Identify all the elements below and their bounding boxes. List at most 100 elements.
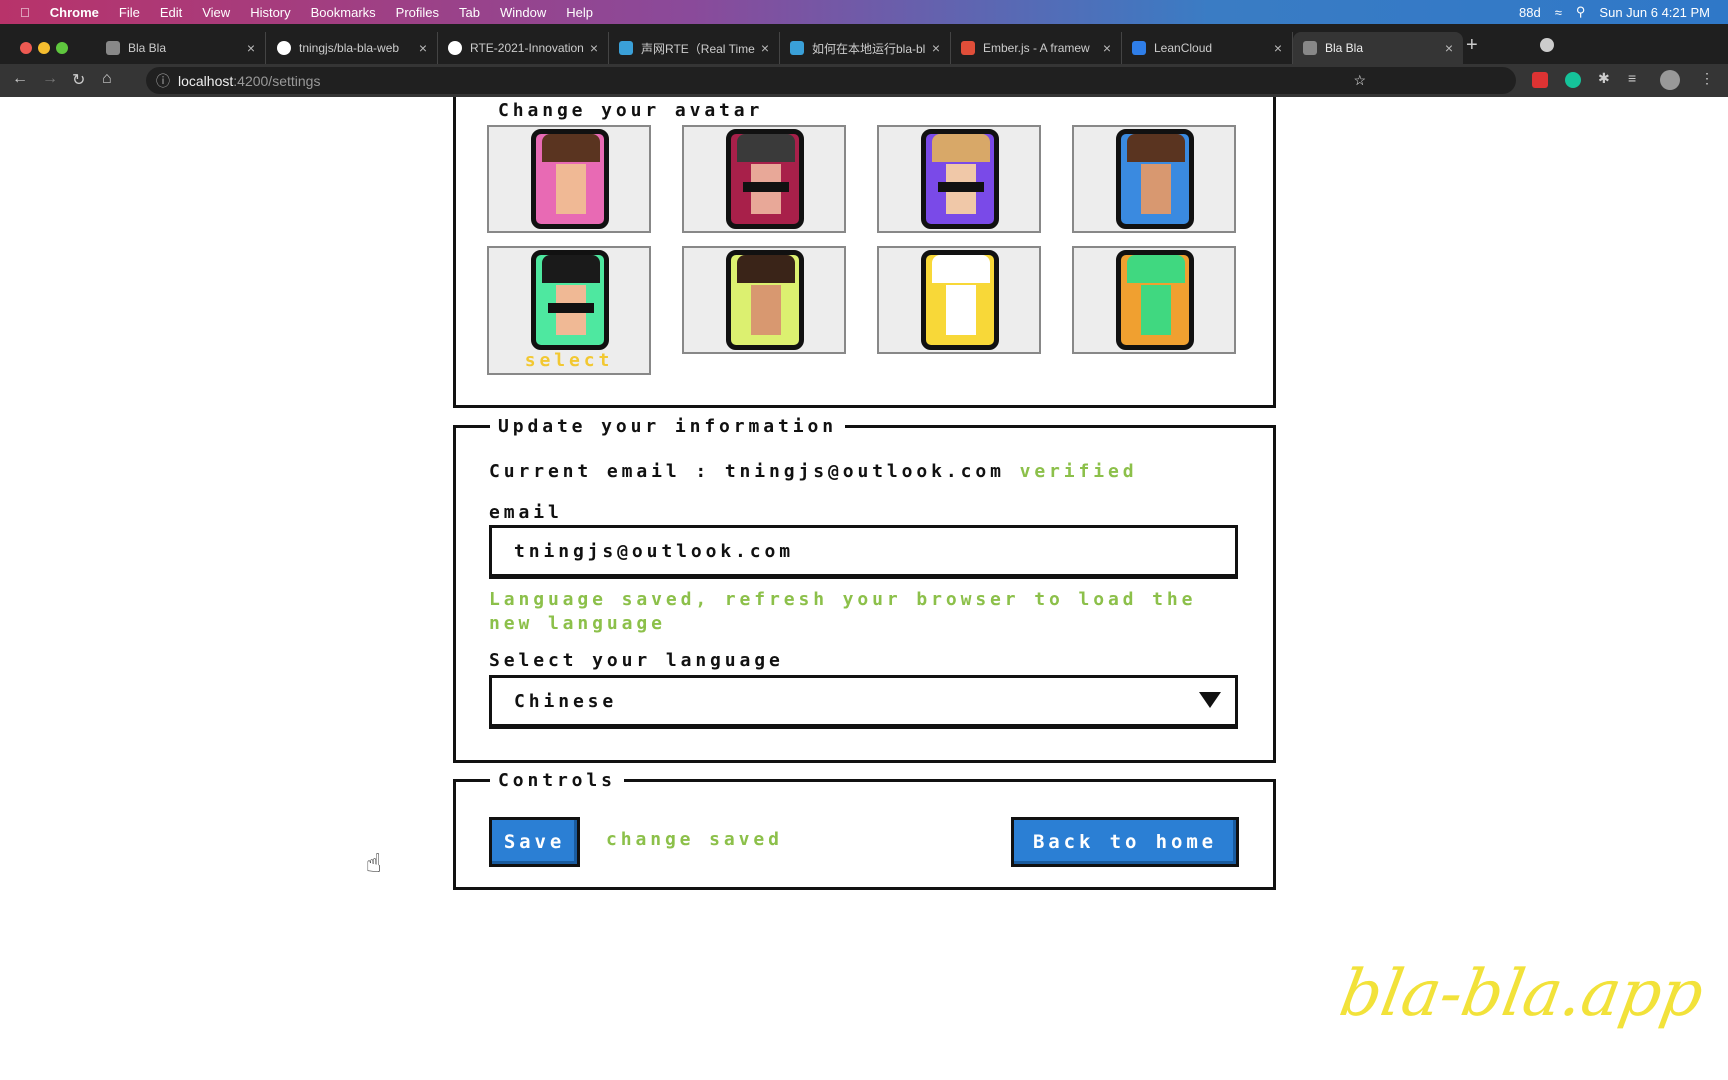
language-selected-value: Chinese — [514, 690, 618, 712]
current-email-value: tningjs@outlook.com — [724, 461, 1005, 482]
menu-view[interactable]: View — [202, 5, 230, 20]
clock[interactable]: Sun Jun 6 4:21 PM — [1599, 5, 1710, 20]
address-bar[interactable]: ⓘ localhost:4200/settings ☆ — [146, 67, 1516, 94]
tab-ember[interactable]: Ember.js - A framew × — [951, 32, 1122, 64]
github-icon — [448, 41, 462, 55]
language-select[interactable]: Chinese — [489, 675, 1238, 729]
avatar-option[interactable] — [1072, 246, 1236, 354]
tab-how-to-run[interactable]: 如何在本地运行bla-bl × — [780, 32, 951, 64]
menu-app[interactable]: Chrome — [50, 5, 99, 20]
close-window-button[interactable] — [20, 42, 32, 54]
bookmark-star-icon[interactable]: ☆ — [1353, 72, 1366, 89]
mac-menubar:  Chrome File Edit View History Bookmark… — [0, 0, 1728, 24]
tab-github-bla-bla-web[interactable]: tningjs/bla-bla-web × — [267, 32, 438, 64]
ember-extension-icon[interactable] — [1532, 72, 1548, 88]
close-tab-icon[interactable]: × — [247, 40, 255, 56]
save-status: change saved — [606, 829, 783, 850]
menu-file[interactable]: File — [119, 5, 140, 20]
back-to-home-button[interactable]: Back to home — [1011, 817, 1239, 867]
home-icon[interactable]: ⌂ — [102, 70, 112, 88]
close-tab-icon[interactable]: × — [590, 40, 598, 56]
tab-search-icon[interactable] — [1540, 38, 1554, 52]
favicon-icon — [1303, 41, 1317, 55]
tab-bar: Bla Bla × tningjs/bla-bla-web × RTE-2021-I… — [0, 24, 1728, 64]
back-icon[interactable]: ← — [12, 70, 28, 88]
menu-profiles[interactable]: Profiles — [396, 5, 439, 20]
wifi-icon[interactable]: ≈ — [1555, 5, 1562, 20]
avatar-image — [921, 250, 999, 350]
new-tab-button[interactable]: + — [1466, 34, 1478, 57]
close-tab-icon[interactable]: × — [761, 40, 769, 56]
favicon-icon — [106, 41, 120, 55]
bilibili-icon — [619, 41, 633, 55]
search-icon[interactable]: ⚲ — [1576, 4, 1586, 20]
tab-title: Bla Bla — [128, 41, 167, 55]
email-label: email — [489, 502, 563, 523]
dropdown-arrow-icon[interactable] — [1199, 692, 1221, 708]
tab-title: Ember.js - A framew — [983, 41, 1090, 55]
tab-rte-2021[interactable]: RTE-2021-Innovation × — [438, 32, 609, 64]
close-tab-icon[interactable]: × — [1445, 40, 1453, 56]
save-button[interactable]: Save — [489, 817, 580, 867]
tab-title: 如何在本地运行bla-bl — [812, 41, 926, 56]
avatar-option[interactable] — [877, 125, 1041, 233]
profile-avatar[interactable] — [1660, 70, 1680, 90]
language-label: Select your language — [489, 650, 784, 671]
select-label: select — [524, 350, 614, 371]
grammarly-icon[interactable] — [1565, 72, 1581, 88]
avatar-option[interactable] — [1072, 125, 1236, 233]
extensions-icon[interactable]: ✱ — [1598, 70, 1610, 87]
avatar-image — [726, 129, 804, 229]
avatar-image — [921, 129, 999, 229]
browser-toolbar: ← → ↻ ⌂ ⓘ localhost:4200/settings ☆ ✱ ≡ … — [0, 64, 1728, 97]
language-saved-notice: Language saved, refresh your browser to … — [489, 589, 1197, 634]
minimize-window-button[interactable] — [38, 42, 50, 54]
github-icon — [277, 41, 291, 55]
avatar-image — [1116, 129, 1194, 229]
forward-icon[interactable]: → — [42, 70, 58, 88]
menu-history[interactable]: History — [250, 5, 290, 20]
watermark-logo: bla-bla.app — [1334, 957, 1709, 1031]
tab-bla-bla-active[interactable]: Bla Bla × — [1293, 32, 1463, 64]
menu-bookmarks[interactable]: Bookmarks — [311, 5, 376, 20]
current-email-row: Current email : tningjs@outlook.com veri… — [489, 461, 1137, 482]
close-tab-icon[interactable]: × — [1103, 40, 1111, 56]
tab-title: Bla Bla — [1325, 41, 1364, 55]
controls-panel: Controls Save change saved Back to home — [453, 770, 1276, 890]
linkedin-status[interactable]: 88d — [1519, 5, 1541, 20]
avatar-image — [531, 250, 609, 350]
menu-tab[interactable]: Tab — [459, 5, 480, 20]
avatar-option[interactable] — [682, 125, 846, 233]
tab-bla-bla[interactable]: Bla Bla × — [96, 32, 266, 64]
avatar-option[interactable]: select — [487, 246, 651, 375]
settings-page: Change your avatar select Update your in… — [0, 97, 1728, 1080]
bilibili-icon — [790, 41, 804, 55]
menu-help[interactable]: Help — [566, 5, 593, 20]
menu-edit[interactable]: Edit — [160, 5, 182, 20]
menu-window[interactable]: Window — [500, 5, 546, 20]
avatar-option[interactable] — [487, 125, 651, 233]
avatar-image — [726, 250, 804, 350]
reading-list-icon[interactable]: ≡ — [1628, 70, 1636, 86]
close-tab-icon[interactable]: × — [419, 40, 427, 56]
avatar-option[interactable] — [682, 246, 846, 354]
email-input[interactable]: tningjs@outlook.com — [489, 525, 1238, 579]
url-path: :4200/settings — [233, 72, 321, 89]
avatar-panel-title: Change your avatar — [490, 100, 772, 122]
tab-title: RTE-2021-Innovation — [470, 41, 584, 55]
controls-panel-title: Controls — [490, 770, 624, 791]
info-icon[interactable]: ⓘ — [156, 71, 170, 91]
avatar-option[interactable] — [877, 246, 1041, 354]
url-host: localhost — [178, 72, 234, 89]
avatar-image — [1116, 250, 1194, 350]
tab-shengwang-rte[interactable]: 声网RTE（Real Time × — [609, 32, 780, 64]
tab-leancloud[interactable]: LeanCloud × — [1122, 32, 1293, 64]
reload-icon[interactable]: ↻ — [72, 70, 85, 90]
maximize-window-button[interactable] — [56, 42, 68, 54]
close-tab-icon[interactable]: × — [932, 40, 940, 56]
apple-icon[interactable]:  — [20, 5, 30, 20]
close-tab-icon[interactable]: × — [1274, 40, 1282, 56]
tab-title: tningjs/bla-bla-web — [299, 41, 400, 55]
info-panel: Update your information Current email : … — [453, 416, 1276, 763]
more-menu-icon[interactable]: ⋮ — [1700, 70, 1714, 87]
